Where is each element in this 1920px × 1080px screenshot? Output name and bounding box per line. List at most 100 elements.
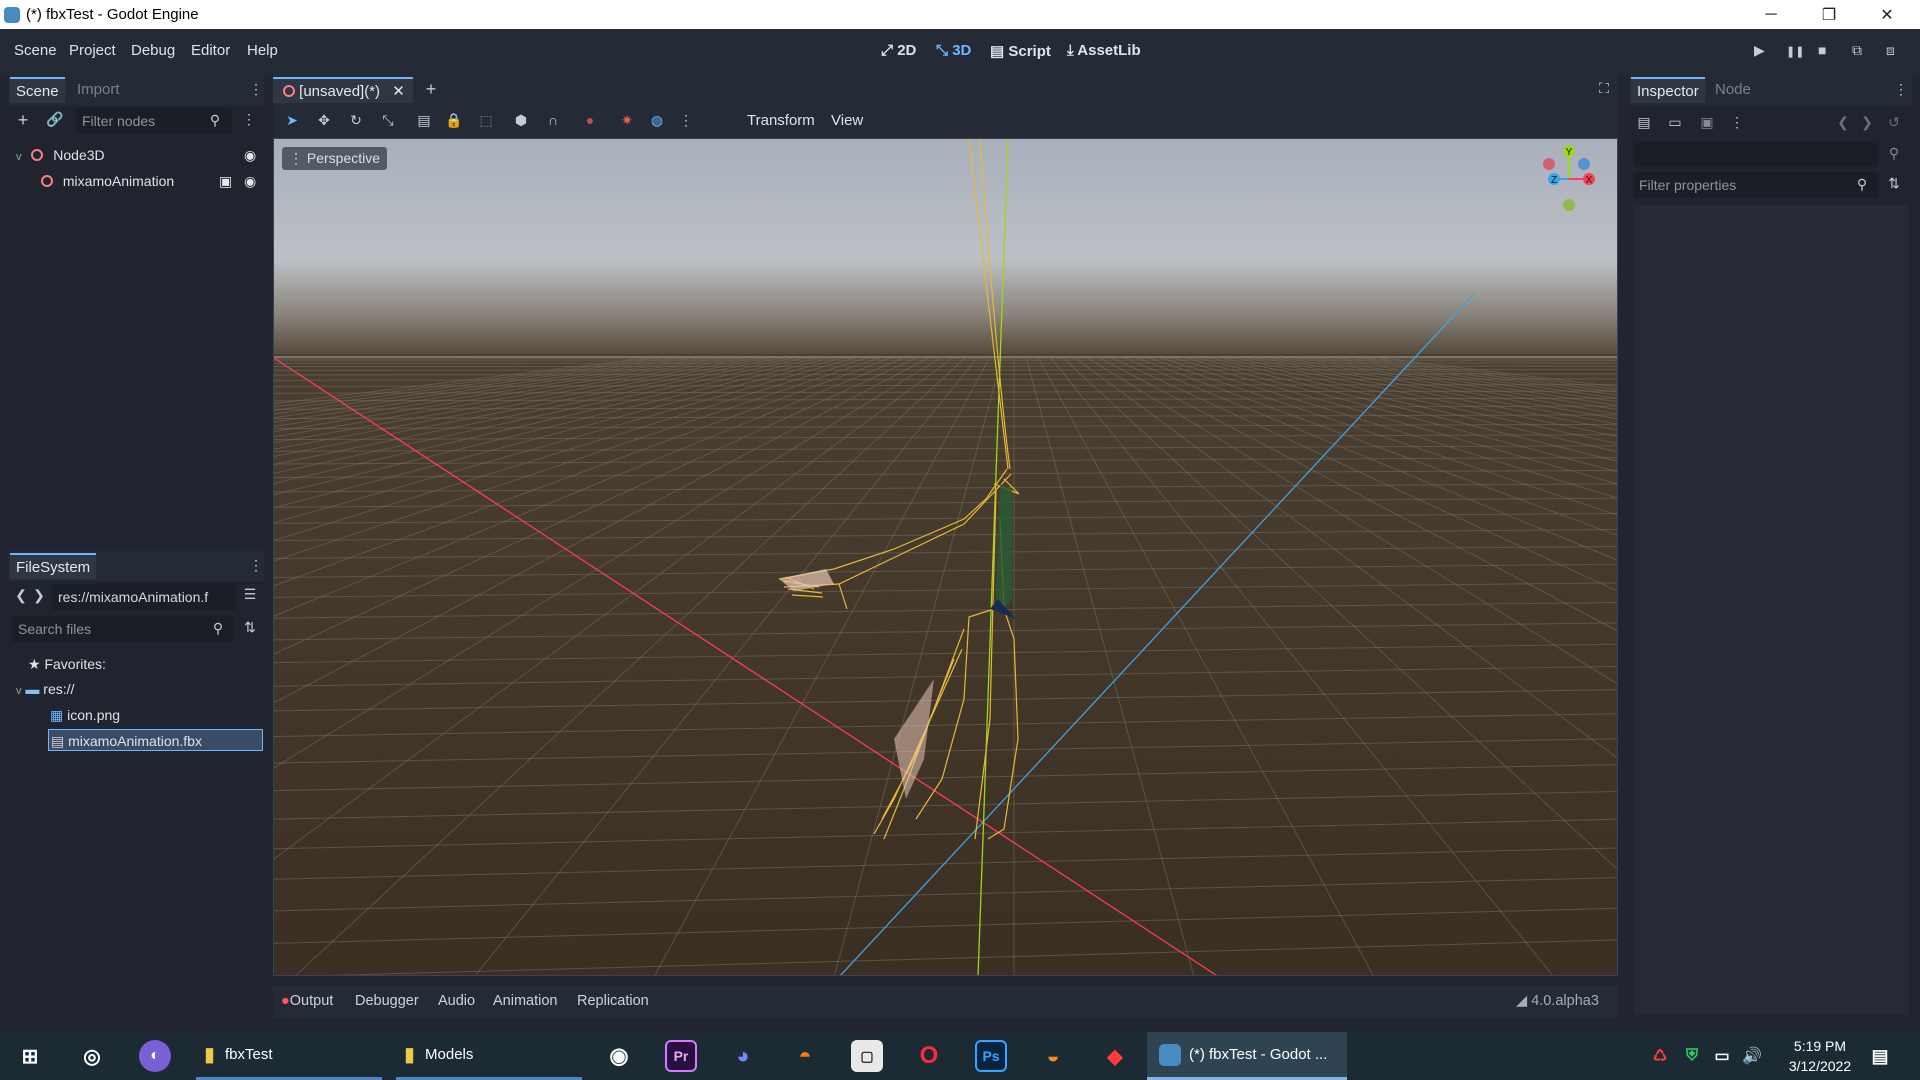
close-tab-icon[interactable]: ✕ xyxy=(392,83,405,100)
select-tool-icon[interactable]: ➤ xyxy=(281,112,303,129)
visibility-icon[interactable]: ◉ xyxy=(244,170,256,192)
open-in-editor-icon[interactable]: ▣ xyxy=(219,170,232,192)
visibility-icon[interactable]: ◉ xyxy=(244,144,256,166)
close-button[interactable]: ✕ xyxy=(1864,0,1910,29)
menu-editor[interactable]: Editor xyxy=(191,42,230,59)
perspective-menu[interactable]: ⋮ Perspective xyxy=(282,147,388,170)
play-custom-scene-icon[interactable]: ⧈ xyxy=(1886,42,1895,59)
list-select-icon[interactable]: ▤ xyxy=(413,112,435,129)
resource-options-icon[interactable]: ⋮ xyxy=(1726,114,1748,131)
security-icon[interactable]: ⛨ xyxy=(1680,1040,1704,1072)
photoshop-icon[interactable]: Ps xyxy=(975,1040,1007,1072)
tree-node-mixamoanimation[interactable]: mixamoAnimation ▣ ◉ xyxy=(41,170,262,192)
local-space-icon[interactable]: ⬢ xyxy=(510,112,532,129)
expand-arrow-icon[interactable]: v xyxy=(16,151,22,163)
restore-button[interactable]: ❐ xyxy=(1806,0,1852,29)
file-row-icon-png[interactable]: ▦ icon.png xyxy=(50,704,120,726)
taskbar-app-models[interactable]: ▮ Models xyxy=(396,1032,582,1080)
tray-app-icon[interactable]: ♺ xyxy=(1648,1040,1672,1072)
tab-replication[interactable]: Replication xyxy=(577,993,649,1009)
tab-inspector[interactable]: Inspector xyxy=(1631,77,1705,103)
play-icon[interactable]: ▶ xyxy=(1754,42,1765,59)
search-icon[interactable]: ◎ xyxy=(76,1040,108,1072)
workspace-3d-button[interactable]: ⤡ 3D xyxy=(936,42,971,59)
notifications-icon[interactable]: ▤ xyxy=(1864,1040,1896,1072)
network-icon[interactable]: ▭ xyxy=(1710,1040,1734,1072)
dock-menu-icon[interactable]: ⋮ xyxy=(245,81,267,98)
preview-sun-icon[interactable]: ● xyxy=(579,112,601,128)
path-field[interactable]: res://mixamoAnimation.f xyxy=(52,584,236,610)
search-files-input[interactable]: Search files xyxy=(12,616,234,642)
new-resource-icon[interactable]: ▤ xyxy=(1633,114,1655,131)
blender-icon[interactable]: ◓ xyxy=(789,1040,821,1072)
sun-icon[interactable]: ✷ xyxy=(616,112,638,129)
stop-icon[interactable]: ■ xyxy=(1818,42,1826,58)
history-forward-icon[interactable]: ❯ xyxy=(1856,114,1878,131)
open-resource-icon[interactable]: ▭ xyxy=(1664,114,1686,131)
property-options-icon[interactable]: ⇅ xyxy=(1883,175,1905,192)
workspace-assetlib-button[interactable]: ⤓ AssetLib xyxy=(1067,42,1141,59)
transform-menu[interactable]: Transform xyxy=(747,112,815,129)
distraction-free-icon[interactable]: ⛶ xyxy=(1593,80,1615,97)
tab-debugger[interactable]: Debugger xyxy=(355,993,419,1009)
more-options-icon[interactable]: ⋮ xyxy=(675,112,697,129)
group-icon[interactable]: ⬚ xyxy=(475,112,497,129)
tab-filesystem[interactable]: FileSystem xyxy=(10,553,97,579)
tab-import[interactable]: Import xyxy=(71,77,126,103)
save-resource-icon[interactable]: ▣ xyxy=(1696,114,1718,131)
premiere-icon[interactable]: Pr xyxy=(665,1040,697,1072)
scene-tab[interactable]: [unsaved](*) ✕ xyxy=(273,77,413,103)
workspace-script-button[interactable]: ▤ Script xyxy=(990,42,1051,60)
play-scene-icon[interactable]: ⧉ xyxy=(1852,42,1862,59)
menu-scene[interactable]: Scene xyxy=(14,42,57,59)
tab-animation[interactable]: Animation xyxy=(493,993,557,1009)
taskbar-app-godot[interactable]: (*) fbxTest - Godot ... xyxy=(1147,1032,1347,1080)
minimize-button[interactable]: ─ xyxy=(1748,0,1794,29)
sort-icon[interactable]: ⇅ xyxy=(239,619,261,636)
menu-project[interactable]: Project xyxy=(69,42,116,59)
object-search-icon[interactable]: ⚲ xyxy=(1883,145,1905,162)
history-back-icon[interactable]: ❮ xyxy=(1832,114,1854,131)
move-tool-icon[interactable]: ✥ xyxy=(313,112,335,129)
taskbar-app-fbxtest[interactable]: ▮ fbxTest xyxy=(196,1032,382,1080)
tab-output[interactable]: ●Output xyxy=(281,993,333,1009)
3d-viewport[interactable]: ⋮ Perspective Y X Z xyxy=(273,138,1618,976)
firefox-icon[interactable]: ◒ xyxy=(1037,1040,1069,1072)
gizmo-neg-z[interactable] xyxy=(1578,158,1590,170)
add-tab-icon[interactable]: + xyxy=(420,79,442,100)
discord-icon[interactable]: ◕ xyxy=(727,1040,759,1072)
scale-tool-icon[interactable]: ⤡ xyxy=(377,112,399,129)
dock-menu-icon[interactable]: ⋮ xyxy=(1890,81,1912,98)
tab-scene[interactable]: Scene xyxy=(10,77,65,103)
view-menu[interactable]: View xyxy=(831,112,863,129)
snap-icon[interactable]: ∩ xyxy=(542,112,564,128)
split-mode-icon[interactable]: ☰ xyxy=(239,586,261,603)
gizmo-neg-x[interactable] xyxy=(1543,158,1555,170)
lock-icon[interactable]: 🔒 xyxy=(443,112,465,129)
scene-options-icon[interactable]: ⋮ xyxy=(238,111,260,128)
filter-properties-input[interactable]: Filter properties xyxy=(1633,172,1879,198)
favorites-row[interactable]: ★ Favorites: xyxy=(28,653,106,675)
rotate-tool-icon[interactable]: ↻ xyxy=(345,112,367,129)
obs-icon[interactable]: ◉ xyxy=(603,1040,635,1072)
menu-help[interactable]: Help xyxy=(247,42,278,59)
expand-arrow-icon[interactable]: v xyxy=(16,685,22,697)
forward-icon[interactable]: ❯ xyxy=(28,587,50,604)
orientation-gizmo[interactable]: Y X Z xyxy=(1539,139,1609,219)
instance-scene-icon[interactable]: 🔗 xyxy=(44,111,66,128)
menu-debug[interactable]: Debug xyxy=(131,42,175,59)
res-root-row[interactable]: v ▬ res:// xyxy=(16,678,74,700)
tab-node[interactable]: Node xyxy=(1709,77,1757,103)
clock[interactable]: 5:19 PM 3/12/2022 xyxy=(1770,1036,1870,1076)
gizmo-neg-y[interactable] xyxy=(1563,199,1575,211)
add-node-icon[interactable]: + xyxy=(12,110,34,131)
pause-icon[interactable]: ❚❚ xyxy=(1786,45,1804,58)
history-icon[interactable]: ↺ xyxy=(1883,114,1905,131)
tree-node-node3d[interactable]: v Node3D ◉ xyxy=(16,144,262,166)
sketchup-icon[interactable]: ◆ xyxy=(1099,1040,1131,1072)
opera-icon[interactable]: O xyxy=(913,1040,945,1072)
tab-audio[interactable]: Audio xyxy=(438,993,475,1009)
volume-icon[interactable]: 🔊 xyxy=(1740,1040,1764,1072)
app-launcher-icon[interactable]: ◐ xyxy=(139,1040,171,1072)
dock-menu-icon[interactable]: ⋮ xyxy=(245,557,267,574)
